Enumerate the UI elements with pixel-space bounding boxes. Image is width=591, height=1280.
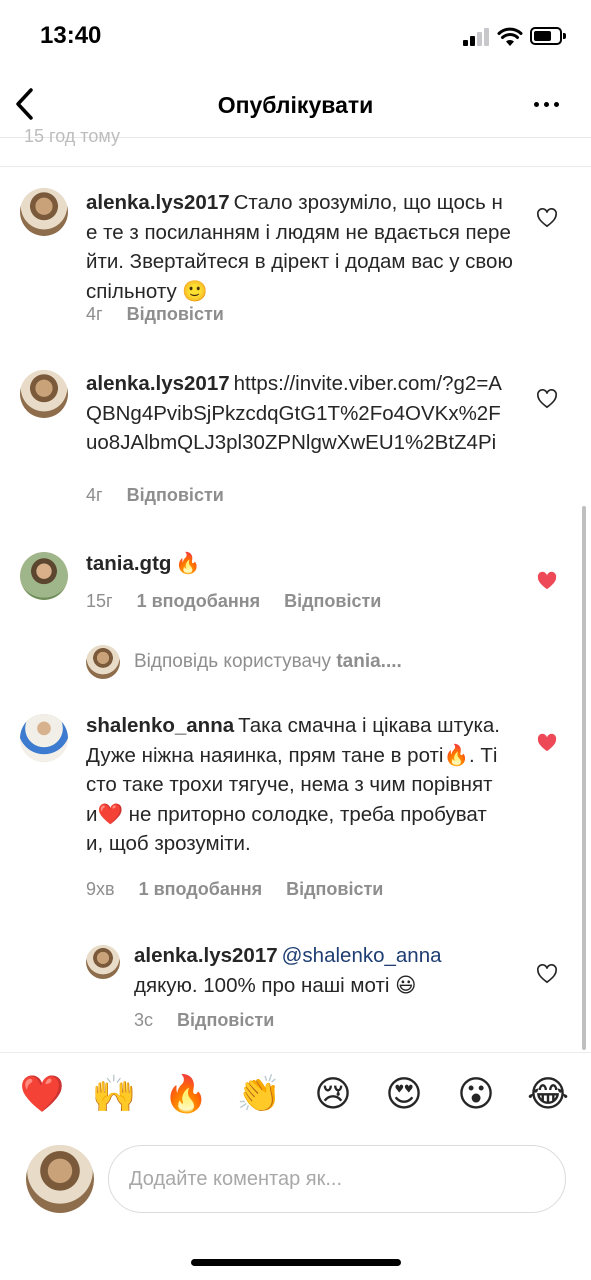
- comment-time: 4г: [86, 485, 103, 505]
- comment-body: alenka.lys2017 Стало зрозуміло, що щось н…: [86, 188, 514, 306]
- comment-username[interactable]: alenka.lys2017: [86, 372, 230, 395]
- scrollbar[interactable]: [582, 506, 586, 1050]
- laughing-emoji-button[interactable]: 😂: [525, 1072, 571, 1118]
- reply-button[interactable]: Відповісти: [127, 304, 224, 324]
- comment-meta: 4г Відповісти: [86, 485, 248, 506]
- comment-username[interactable]: alenka.lys2017: [134, 944, 278, 967]
- view-replies-text[interactable]: Відповідь користувачу tania....: [134, 651, 402, 673]
- comment-body: alenka.lys2017 https://invite.viber.com/?…: [86, 369, 506, 458]
- comment-text: дякую. 100% про наші моті 😃: [134, 973, 417, 997]
- liked-heart-icon[interactable]: [536, 733, 558, 753]
- more-options-icon[interactable]: [532, 96, 562, 112]
- comment-meta: 15г 1 вподобання Відповісти: [86, 591, 405, 612]
- fire-emoji-button[interactable]: 🔥: [163, 1072, 209, 1118]
- status-time: 13:40: [40, 22, 102, 49]
- avatar[interactable]: [20, 188, 68, 236]
- comment-meta: 9хв 1 вподобання Відповісти: [86, 879, 407, 900]
- crying-emoji-button[interactable]: 😢: [310, 1072, 356, 1118]
- likes-count[interactable]: 1 вподобання: [137, 591, 261, 611]
- reply-button[interactable]: Відповісти: [177, 1010, 274, 1030]
- comment-input[interactable]: [108, 1145, 566, 1213]
- battery-icon: [530, 27, 566, 45]
- raising-hands-emoji-button[interactable]: 🙌: [91, 1072, 137, 1118]
- emoji-quick-bar: ❤️ 🙌 🔥 👏 😢 😍 😮 😂: [0, 1072, 591, 1122]
- heart-emoji-button[interactable]: ❤️: [19, 1072, 65, 1118]
- mention-link[interactable]: @shalenko_anna: [282, 944, 442, 967]
- avatar[interactable]: [86, 945, 120, 979]
- like-heart-icon[interactable]: [536, 389, 558, 409]
- like-heart-icon[interactable]: [536, 964, 558, 984]
- comment-body: alenka.lys2017 @shalenko_anna дякую. 100%…: [134, 941, 504, 1000]
- comment-body: shalenko_anna Така смачна і цікава штука.…: [86, 711, 501, 859]
- clapping-emoji-button[interactable]: 👏: [236, 1072, 282, 1118]
- current-user-avatar: [26, 1145, 94, 1213]
- wifi-icon: [497, 27, 523, 46]
- liked-heart-icon[interactable]: [536, 571, 558, 591]
- view-replies-label: Відповідь користувачу: [134, 651, 332, 672]
- comment-time: 9хв: [86, 879, 115, 899]
- comment-text: 🔥: [175, 552, 201, 575]
- reply-button[interactable]: Відповісти: [127, 485, 224, 505]
- reply-button[interactable]: Відповісти: [286, 879, 383, 899]
- reply-button[interactable]: Відповісти: [284, 591, 381, 611]
- status-bar: 13:40: [0, 0, 591, 72]
- like-heart-icon[interactable]: [536, 208, 558, 228]
- home-indicator[interactable]: [191, 1259, 401, 1266]
- comment-time: 4г: [86, 304, 103, 324]
- comment-username[interactable]: alenka.lys2017: [86, 191, 230, 214]
- comment-username[interactable]: tania.gtg: [86, 552, 171, 575]
- avatar[interactable]: [20, 714, 68, 762]
- page-title: Опублікувати: [217, 92, 374, 118]
- comment-meta: 3с Відповісти: [134, 1010, 298, 1031]
- cut-off-timestamp: 15 год тому: [24, 126, 120, 146]
- comment-time: 15г: [86, 591, 113, 611]
- comment-body: tania.gtg 🔥: [86, 549, 506, 579]
- avatar[interactable]: [20, 552, 68, 600]
- divider: [0, 1052, 591, 1053]
- comment-meta: 4г Відповісти: [86, 304, 248, 325]
- divider: [0, 166, 591, 167]
- likes-count[interactable]: 1 вподобання: [139, 879, 263, 899]
- heart-eyes-emoji-button[interactable]: 😍: [381, 1072, 427, 1118]
- cellular-signal-icon: [463, 28, 491, 46]
- avatar[interactable]: [20, 370, 68, 418]
- view-replies-user: tania....: [336, 651, 402, 672]
- avatar: [86, 645, 120, 679]
- comment-username[interactable]: shalenko_anna: [86, 714, 234, 737]
- surprised-emoji-button[interactable]: 😮: [453, 1072, 499, 1118]
- comment-time: 3с: [134, 1010, 154, 1030]
